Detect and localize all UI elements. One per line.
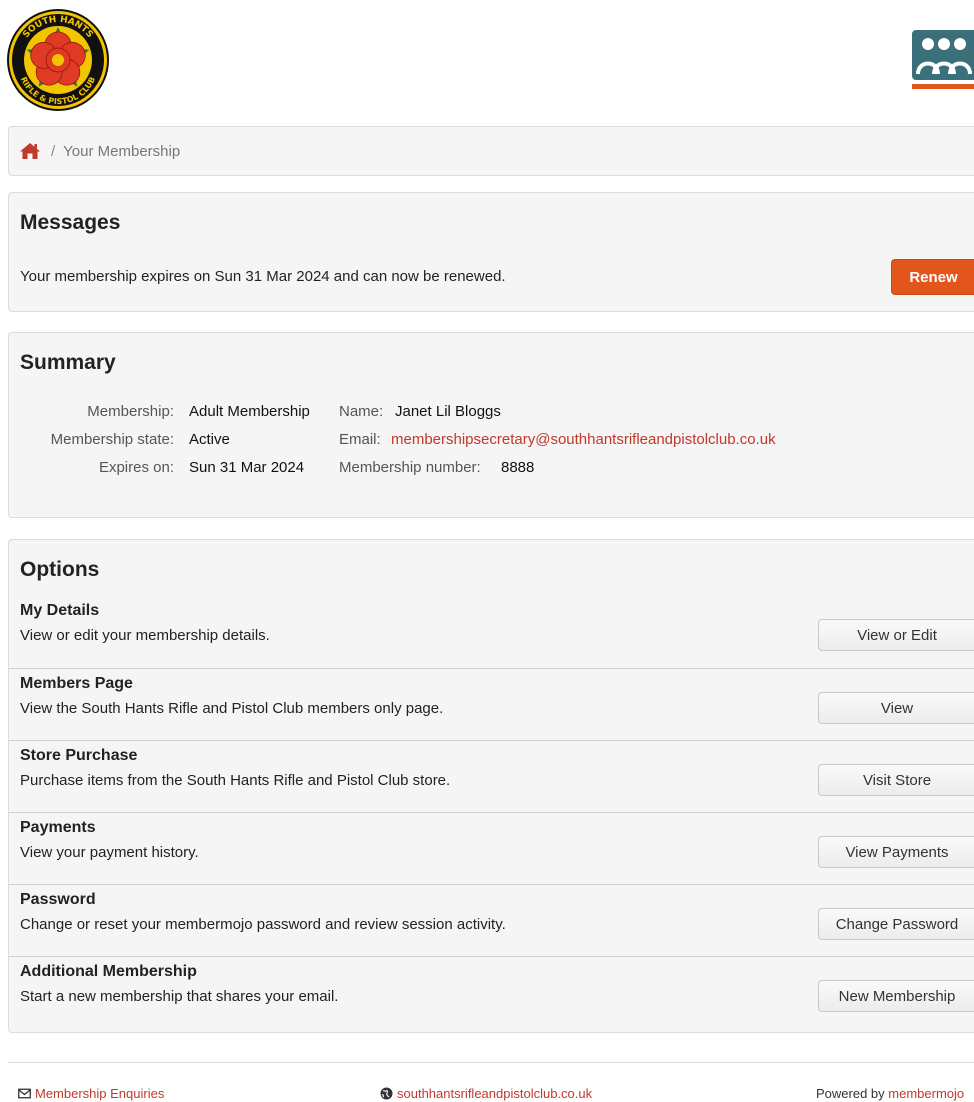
breadcrumb: / Your Membership <box>8 126 974 176</box>
option-description: Purchase items from the South Hants Rifl… <box>20 772 451 789</box>
membermojo-logo-icon[interactable] <box>910 28 974 90</box>
change-password-button[interactable]: Change Password <box>818 908 974 940</box>
option-description: View or edit your membership details. <box>20 627 270 644</box>
membership-state-label: Membership state: <box>50 431 174 448</box>
powered-by: Powered by membermojo <box>816 1086 964 1101</box>
messages-panel: Messages Your membership expires on Sun … <box>8 192 974 312</box>
name-value: Janet Lil Bloggs <box>395 403 501 420</box>
club-logo[interactable]: SOUTH HANTS RIFLE & PISTOL CLUB <box>6 8 110 112</box>
footer-divider <box>8 1062 974 1063</box>
membership-enquiries-link[interactable]: Membership Enquiries <box>18 1086 164 1101</box>
option-description: Change or reset your membermojo password… <box>20 916 506 933</box>
option-description: View the South Hants Rifle and Pistol Cl… <box>20 700 444 717</box>
breadcrumb-separator: / <box>51 142 56 160</box>
membership-number-value: 8888 <box>501 459 535 476</box>
renewal-message: Your membership expires on Sun 31 Mar 20… <box>20 268 506 285</box>
view-members-page-button[interactable]: View <box>818 692 974 724</box>
powered-by-prefix: Powered by <box>816 1086 885 1101</box>
membermojo-link[interactable]: membermojo <box>888 1086 964 1101</box>
option-title: My Details <box>20 602 100 619</box>
page-footer: Membership Enquiries southhantsrifleandp… <box>0 1086 974 1102</box>
membership-enquiries-text: Membership Enquiries <box>35 1086 165 1101</box>
globe-icon <box>380 1087 393 1100</box>
option-members-page: Members Page View the South Hants Rifle … <box>9 668 974 740</box>
summary-title: Summary <box>20 351 116 374</box>
option-my-details: My Details View or edit your membership … <box>9 596 974 668</box>
option-payments: Payments View your payment history. View… <box>9 812 974 884</box>
option-title: Members Page <box>20 675 133 692</box>
club-website-link[interactable]: southhantsrifleandpistolclub.co.uk <box>380 1086 592 1101</box>
option-title: Store Purchase <box>20 747 138 764</box>
options-panel: Options My Details View or edit your mem… <box>8 539 974 1033</box>
email-link[interactable]: membershipsecretary@southhantsrifleandpi… <box>391 431 776 448</box>
expires-on-label: Expires on: <box>98 459 174 476</box>
name-label: Name: <box>339 403 384 420</box>
club-website-text: southhantsrifleandpistolclub.co.uk <box>397 1086 593 1101</box>
messages-title: Messages <box>20 211 121 234</box>
option-description: View your payment history. <box>20 844 199 861</box>
view-or-edit-button[interactable]: View or Edit <box>818 619 974 651</box>
visit-store-button[interactable]: Visit Store <box>818 764 974 796</box>
membership-state-value: Active <box>189 431 230 448</box>
option-title: Payments <box>20 819 96 836</box>
options-title: Options <box>20 558 100 581</box>
option-password: Password Change or reset your membermojo… <box>9 884 974 956</box>
membership-value: Adult Membership <box>189 403 310 420</box>
membership-label: Membership: <box>87 403 174 420</box>
breadcrumb-current: Your Membership <box>63 142 181 160</box>
membership-number-label: Membership number: <box>339 459 481 476</box>
email-label: Email: <box>339 431 381 448</box>
home-icon[interactable] <box>19 142 41 160</box>
view-payments-button[interactable]: View Payments <box>818 836 974 868</box>
envelope-icon <box>18 1088 31 1099</box>
option-title: Additional Membership <box>20 963 197 980</box>
page-header: SOUTH HANTS RIFLE & PISTOL CLUB <box>0 0 974 118</box>
option-description: Start a new membership that shares your … <box>20 988 339 1005</box>
expires-on-value: Sun 31 Mar 2024 <box>189 459 305 476</box>
option-additional-membership: Additional Membership Start a new member… <box>9 956 974 1028</box>
summary-panel: Summary Membership: Adult Membership Mem… <box>8 332 974 518</box>
option-store-purchase: Store Purchase Purchase items from the S… <box>9 740 974 812</box>
option-title: Password <box>20 891 96 908</box>
new-membership-button[interactable]: New Membership <box>818 980 974 1012</box>
renew-button[interactable]: Renew <box>891 259 974 295</box>
